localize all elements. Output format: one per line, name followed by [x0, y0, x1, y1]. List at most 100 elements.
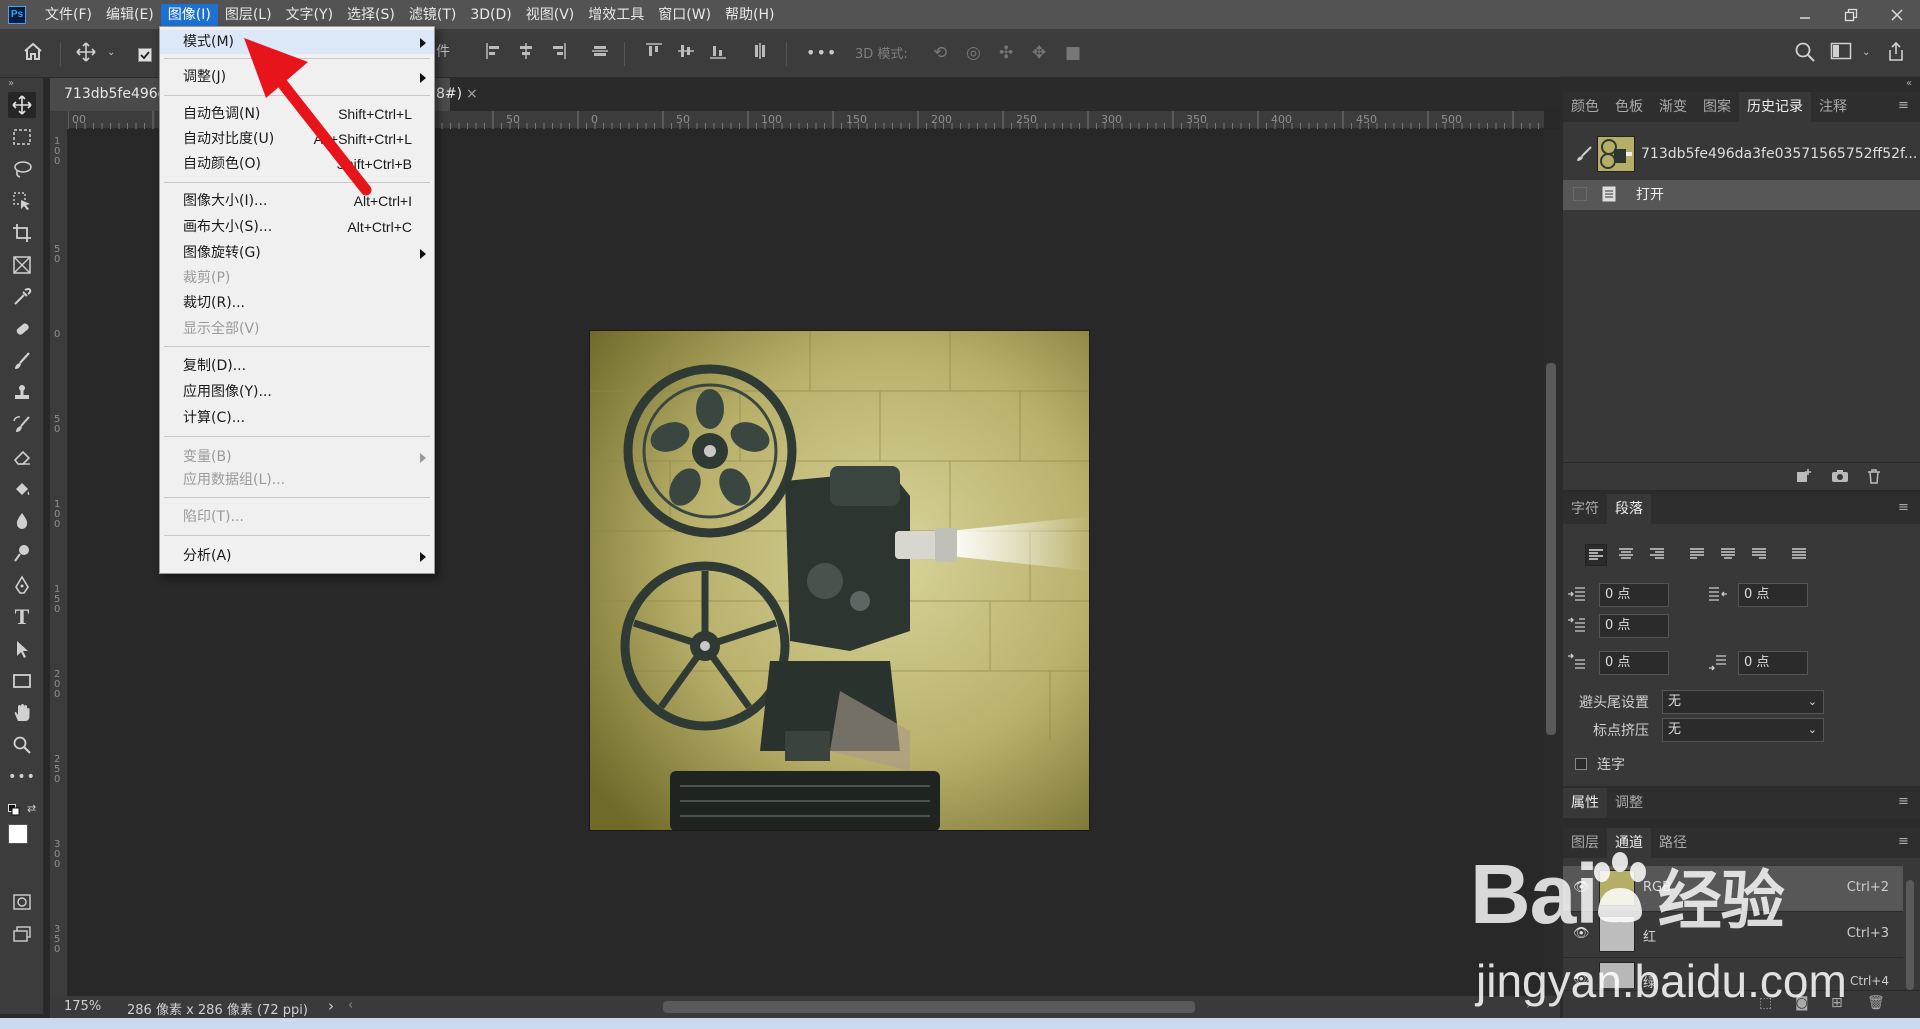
eyedropper-icon[interactable]: [8, 284, 36, 310]
eraser-icon[interactable]: [8, 444, 36, 470]
collapse-toolbar-icon[interactable]: »: [8, 78, 14, 89]
3d-scale-icon[interactable]: ■: [1065, 41, 1081, 65]
restore-icon[interactable]: [1828, 0, 1874, 29]
new-document-from-state-icon[interactable]: [1795, 468, 1813, 488]
menu-3d[interactable]: 3D(D): [463, 4, 518, 26]
foreground-color-swatch[interactable]: [8, 824, 28, 844]
3d-pan-icon[interactable]: ✣: [999, 41, 1013, 65]
first-line-indent-field[interactable]: 0 点: [1599, 614, 1669, 638]
close-tab-icon[interactable]: ×: [466, 78, 478, 111]
frame-tool-icon[interactable]: [8, 252, 36, 278]
workspace-icon[interactable]: [1830, 41, 1852, 68]
object-selection-icon[interactable]: [8, 188, 36, 214]
delete-trash-icon[interactable]: 🗑: [1867, 995, 1885, 1011]
right-indent-field[interactable]: 0 点: [1738, 583, 1808, 607]
distribute-horizontal-icon[interactable]: [750, 41, 770, 68]
collapse-panels-icon[interactable]: «: [1906, 78, 1912, 89]
chevron-down-icon[interactable]: ⌄: [1862, 41, 1870, 65]
panel-menu-icon[interactable]: ≡: [1898, 794, 1909, 809]
menu-type[interactable]: 文字(Y): [279, 4, 340, 26]
zoom-icon[interactable]: [8, 732, 36, 758]
3d-orbit-icon[interactable]: ⟲: [933, 41, 947, 65]
scroll-left-icon[interactable]: ‹: [348, 998, 353, 1013]
quick-mask-icon[interactable]: [8, 889, 36, 915]
align-right-text-icon[interactable]: [1647, 544, 1667, 568]
close-icon[interactable]: [1874, 0, 1920, 29]
align-right-edges-icon[interactable]: [548, 41, 568, 68]
path-selection-icon[interactable]: [8, 636, 36, 662]
justify-last-center-icon[interactable]: [1718, 544, 1738, 568]
paint-bucket-icon[interactable]: [8, 476, 36, 502]
tab-adjustments[interactable]: 调整: [1607, 788, 1651, 818]
menu-item-apply-image[interactable]: 应用图像(Y)...: [160, 380, 434, 404]
menu-window[interactable]: 窗口(W): [651, 4, 718, 26]
history-step-row[interactable]: 打开: [1563, 180, 1920, 210]
tab-gradients[interactable]: 渐变: [1651, 92, 1695, 122]
menu-view[interactable]: 视图(V): [519, 4, 582, 26]
align-center-text-icon[interactable]: [1616, 544, 1636, 568]
status-menu-arrow[interactable]: ›: [328, 997, 334, 1015]
menu-edit[interactable]: 编辑(E): [99, 4, 161, 26]
menu-file[interactable]: 文件(F): [38, 4, 99, 26]
move-tool-icon[interactable]: [8, 92, 36, 118]
vertical-scrollbar-thumb[interactable]: [1546, 363, 1556, 735]
tab-paragraph[interactable]: 段落: [1607, 494, 1651, 524]
transform-controls-text[interactable]: 件: [436, 40, 450, 64]
menu-layer[interactable]: 图层(L): [218, 4, 279, 26]
align-bottom-edges-icon[interactable]: [708, 41, 728, 68]
share-icon[interactable]: [1886, 41, 1906, 70]
tab-character[interactable]: 字符: [1563, 494, 1607, 524]
menu-item-canvas-size[interactable]: 画布大小(S)... Alt+Ctrl+C: [160, 215, 434, 239]
minimize-icon[interactable]: [1782, 0, 1828, 29]
healing-brush-icon[interactable]: [8, 316, 36, 342]
horizontal-scrollbar-thumb[interactable]: [663, 1001, 1195, 1013]
delete-trash-icon[interactable]: [1866, 468, 1882, 488]
panel-menu-icon[interactable]: ≡: [1898, 98, 1909, 113]
blur-icon[interactable]: [8, 508, 36, 534]
channels-scrollbar-thumb[interactable]: [1906, 880, 1914, 990]
3d-roll-icon[interactable]: ◎: [966, 41, 981, 65]
menu-filter[interactable]: 滤镜(T): [402, 4, 463, 26]
home-icon[interactable]: [22, 41, 44, 68]
mojikumi-select[interactable]: 无 ⌄: [1662, 718, 1824, 742]
left-indent-field[interactable]: 0 点: [1599, 583, 1669, 607]
panel-menu-icon[interactable]: ≡: [1898, 500, 1909, 515]
more-options-icon[interactable]: •••: [806, 41, 837, 65]
menu-image[interactable]: 图像(I): [160, 3, 218, 26]
default-colors-icon[interactable]: [8, 804, 20, 820]
menu-item-trim[interactable]: 裁切(R)...: [160, 291, 434, 315]
pen-icon[interactable]: [8, 572, 36, 598]
tab-notes[interactable]: 注释: [1811, 92, 1855, 122]
3d-slide-icon[interactable]: ✥: [1032, 41, 1046, 65]
align-vertical-centers-icon[interactable]: [676, 41, 696, 68]
more-tools-icon[interactable]: •••: [8, 764, 36, 790]
menu-select[interactable]: 选择(S): [340, 4, 402, 26]
auto-select-checkbox[interactable]: [138, 45, 152, 69]
history-source-checkbox[interactable]: [1573, 187, 1587, 201]
menu-plugins[interactable]: 增效工具: [581, 4, 651, 26]
snapshot-name[interactable]: 713db5fe496da3fe03571565752ff52f...: [1641, 146, 1917, 162]
menu-help[interactable]: 帮助(H): [718, 4, 781, 26]
move-tool-icon[interactable]: [75, 41, 97, 70]
clone-stamp-icon[interactable]: [8, 380, 36, 406]
type-tool-icon[interactable]: T: [8, 604, 36, 630]
crop-icon[interactable]: [8, 220, 36, 246]
justify-last-left-icon[interactable]: [1687, 544, 1707, 568]
align-left-edges-icon[interactable]: [484, 41, 504, 68]
zoom-level[interactable]: 175%: [64, 999, 101, 1014]
hand-icon[interactable]: [8, 700, 36, 726]
hyphenate-checkbox[interactable]: [1575, 758, 1587, 770]
panel-menu-icon[interactable]: ≡: [1898, 834, 1909, 849]
justify-all-icon[interactable]: [1789, 544, 1809, 568]
menu-item-image-rotation[interactable]: 图像旋转(G): [160, 241, 434, 265]
history-brush-icon[interactable]: [8, 412, 36, 438]
kinsoku-select[interactable]: 无 ⌄: [1662, 690, 1824, 714]
tab-history[interactable]: 历史记录: [1739, 92, 1811, 122]
screen-mode-icon[interactable]: [8, 921, 36, 947]
brush-icon[interactable]: [8, 348, 36, 374]
align-top-edges-icon[interactable]: [644, 41, 664, 68]
dodge-icon[interactable]: [8, 540, 36, 566]
history-brush-source-icon[interactable]: [1575, 146, 1593, 166]
chevron-down-icon[interactable]: ⌄: [107, 41, 115, 65]
lasso-icon[interactable]: [8, 156, 36, 182]
